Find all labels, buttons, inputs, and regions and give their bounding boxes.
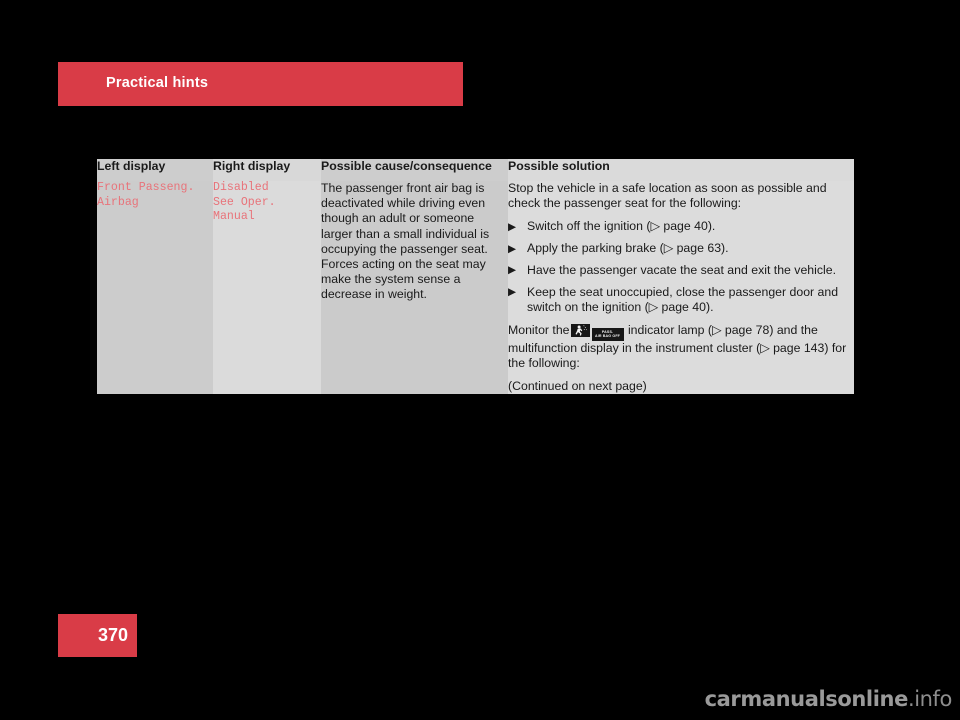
right-display-message: Disabled See Oper. Manual <box>213 181 276 223</box>
section-header-banner: Practical hints <box>58 62 463 106</box>
column-header-left-display: Left display <box>97 159 213 181</box>
left-display-message: Front Passeng. Airbag <box>97 181 195 209</box>
monitor-prefix-text: Monitor the <box>508 322 570 337</box>
column-header-right-display: Right display <box>213 159 321 181</box>
passenger-airbag-figure-icon <box>570 323 590 337</box>
solution-intro-text: Stop the vehicle in a safe location as s… <box>508 181 827 211</box>
triangle-bullet-icon: ▶ <box>508 220 517 233</box>
triangle-bullet-icon: ▶ <box>508 242 517 255</box>
table-row: Front Passeng. Airbag Disabled See Oper.… <box>97 181 854 395</box>
monitor-instruction-paragraph: Monitor the PASS. AIR BAG OFF indicator la… <box>508 323 854 371</box>
watermark-main-text: carmanualsonline <box>704 687 909 711</box>
solution-steps-list: ▶ Switch off the ignition (▷ page 40). ▶… <box>508 219 854 315</box>
lamp-line-2: AIR BAG OFF <box>595 333 621 338</box>
site-watermark: carmanualsonline.info <box>704 687 953 711</box>
triangle-bullet-icon: ▶ <box>508 286 517 299</box>
cell-left-display: Front Passeng. Airbag <box>97 181 213 395</box>
triangle-bullet-icon: ▶ <box>508 264 517 277</box>
cell-possible-cause: The passenger front air bag is deactivat… <box>321 181 508 395</box>
list-item-label: Keep the seat unoccupied, close the pass… <box>527 284 839 314</box>
practical-hints-table-container: Left display Right display Possible caus… <box>97 159 854 395</box>
list-item-label: Apply the parking brake (▷ page 63). <box>527 241 729 256</box>
page-number-label: 370 <box>97 625 128 645</box>
page-title: Practical hints <box>106 75 209 91</box>
list-item: ▶ Have the passenger vacate the seat and… <box>508 263 854 278</box>
watermark-suffix-text: .info <box>907 687 952 711</box>
list-item: ▶ Keep the seat unoccupied, close the pa… <box>508 285 854 315</box>
continued-on-next-page-note: (Continued on next page) <box>508 378 647 393</box>
possible-cause-text: The passenger front air bag is deactivat… <box>321 181 490 302</box>
column-header-possible-cause: Possible cause/consequence <box>321 159 508 181</box>
list-item-label: Have the passenger vacate the seat and e… <box>527 262 836 277</box>
cell-right-display: Disabled See Oper. Manual <box>213 181 321 395</box>
practical-hints-table: Left display Right display Possible caus… <box>97 159 854 395</box>
table-header-row: Left display Right display Possible caus… <box>97 159 854 181</box>
list-item: ▶ Apply the parking brake (▷ page 63). <box>508 241 854 256</box>
list-item: ▶ Switch off the ignition (▷ page 40). <box>508 219 854 234</box>
cell-possible-solution: Stop the vehicle in a safe location as s… <box>508 181 854 395</box>
page-number-badge: 370 <box>58 614 137 657</box>
column-header-possible-solution: Possible solution <box>508 159 854 181</box>
pass-air-bag-off-lamp-icon: PASS. AIR BAG OFF <box>591 327 624 341</box>
list-item-label: Switch off the ignition (▷ page 40). <box>527 219 716 234</box>
